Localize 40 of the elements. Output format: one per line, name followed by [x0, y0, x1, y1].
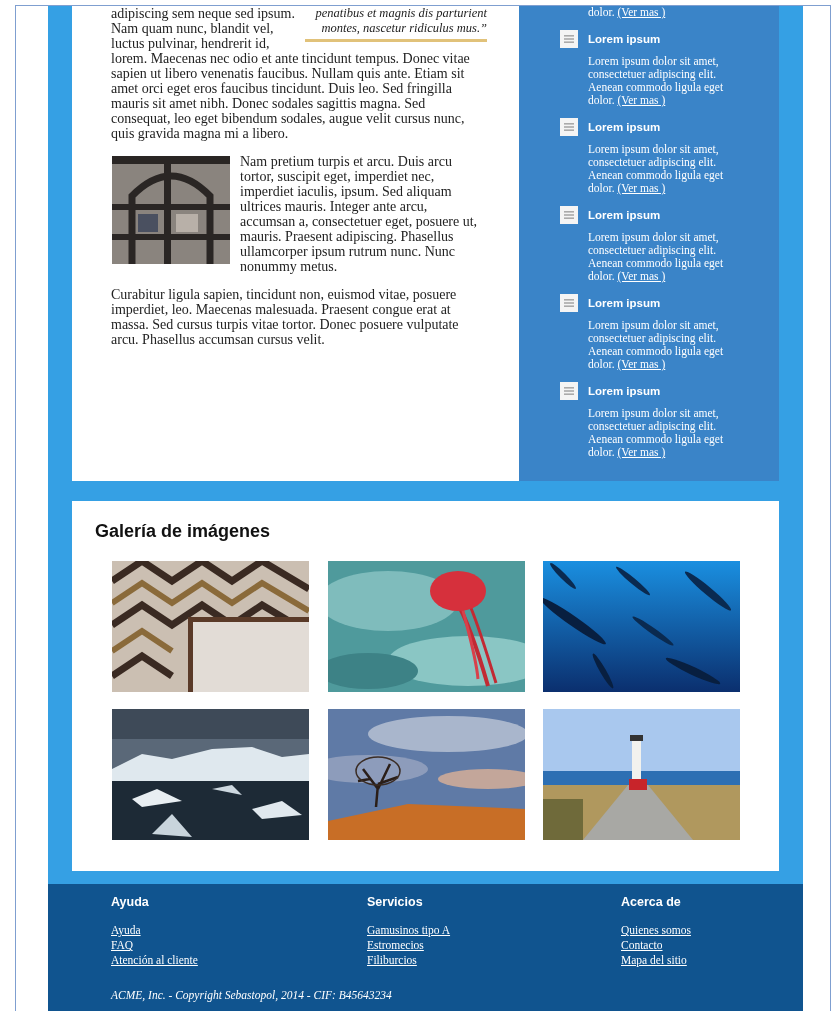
item-text: Lorem ipsum dolor sit amet, consectetuer adipiscing elit. Aenean commodo ligula eget dolor. (Ver mas ) [588, 143, 725, 195]
list-icon [560, 118, 578, 136]
footer-heading: Acerca de [621, 895, 682, 909]
copyright-text: ACME, Inc. - Copyright Sebastopol, 2014 - CIF: B45643234 [111, 989, 393, 1001]
item-text: Lorem ipsum dolor sit amet, consectetuer adipiscing elit. Aenean commodo ligula eget dolor. (Ver mas ) [588, 319, 725, 371]
pull-quote: penatibus et magnis dis parturient montes, nascetur ridiculus mus.” [305, 6, 487, 42]
item-title: Lorem ipsum [588, 209, 661, 221]
more-link[interactable]: (Ver mas ) [617, 6, 666, 18]
item-text: Lorem ipsum dolor sit amet, consectetuer adipiscing elit. Aenean commodo ligula eget dolor. (Ver mas ) [588, 231, 725, 283]
footer-link[interactable]: Atención al cliente [111, 953, 198, 968]
footer-link[interactable]: Estromecios [367, 938, 424, 953]
item-title: Lorem ipsum [588, 121, 661, 133]
paragraph: penatibus et magnis dis parturient montes, nascetur ridiculus mus.” adipiscing sem neque sed ipsum. Nam quam nunc, blandit vel, luctus pulvinar, hendrerit id, lorem. Maecenas nec odio et ante tincidunt tempus. Donec vitae sapien ut libero venenatis faucibus. Nullam quis ante. Etiam sit amet orci eget eros faucibus tincidunt. Duis leo. Sed fringilla mauris sit amet nibh. Donec sodales sagittis magna. Sed consequat, leo eget bibendum sodales, augue velit cursus nunc, quis gravida magna mi a libero. [111, 6, 485, 141]
more-link[interactable]: (Ver mas ) [617, 270, 666, 282]
gallery-title: Galería de imágenes [95, 521, 272, 542]
more-link[interactable]: (Ver mas ) [617, 182, 666, 194]
list-icon [560, 30, 578, 48]
footer-link[interactable]: Mapa del sitio [621, 953, 687, 968]
item-title: Lorem ipsum [588, 385, 661, 397]
more-link[interactable]: (Ver mas ) [617, 358, 666, 370]
item-title: Lorem ipsum [588, 297, 661, 309]
item-title: Lorem ipsum [588, 33, 661, 45]
footer-link[interactable]: Filiburcios [367, 953, 417, 968]
item-text: Lorem ipsum dolor sit amet, consectetuer adipiscing elit. Aenean commodo ligula eget dolor. (Ver mas ) [588, 407, 725, 459]
footer-heading: Servicios [367, 895, 424, 909]
footer-heading: Ayuda [111, 895, 150, 909]
more-link[interactable]: (Ver mas ) [617, 446, 666, 458]
more-link[interactable]: (Ver mas ) [617, 94, 666, 106]
footer-link[interactable]: Contacto [621, 938, 663, 953]
list-icon [560, 206, 578, 224]
paragraph: Nam pretium turpis et arcu. Duis arcu tortor, suscipit eget, imperdiet nec, imperdiet iaculis, ipsum. Sed aliquam ultrices mauris. Integer ante arcu, accumsan a, consectetuer eget, posuere ut, mauris. Praesent adipiscing. Phasellus ullamcorper ipsum rutrum nunc. Nunc nonummy metus. [111, 154, 485, 274]
footer-link[interactable]: Quienes somos [621, 923, 691, 938]
footer-link[interactable]: FAQ [111, 938, 134, 953]
list-icon [560, 294, 578, 312]
item-text: dolor. (Ver mas ) [588, 6, 667, 19]
item-text: Lorem ipsum dolor sit amet, consectetuer adipiscing elit. Aenean commodo ligula eget dolor. (Ver mas ) [588, 55, 725, 107]
paragraph: Curabitur ligula sapien, tincidunt non, euismod vitae, posuere imperdiet, leo. Maecenas malesuada. Praesent congue erat at massa. Sed cursus turpis vitae tortor. Donec posuere vulputate arcu. Phasellus accumsan cursus velit. [111, 287, 460, 347]
footer-link[interactable]: Ayuda [111, 923, 141, 938]
list-icon [560, 382, 578, 400]
footer-link[interactable]: Gamusinos tipo A [367, 923, 451, 938]
